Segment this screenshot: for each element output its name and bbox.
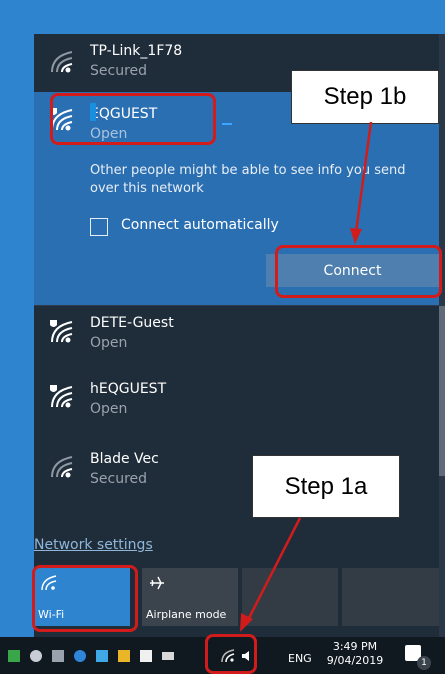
- connect-automatically-label: Connect automatically: [121, 217, 279, 233]
- tray-app-icon[interactable]: [96, 650, 108, 662]
- wifi-shield-icon: [50, 320, 73, 343]
- wifi-icon: [51, 51, 73, 73]
- bluetooth-icon[interactable]: [74, 650, 86, 662]
- taskbar-clock[interactable]: 3:49 PM 9/04/2019: [325, 640, 385, 668]
- highlight-network-tray: [205, 634, 257, 674]
- notification-count-badge: 1: [417, 656, 431, 670]
- tray-app-icon[interactable]: [118, 650, 130, 662]
- open-network-warning: Other people might be able to see info y…: [90, 163, 406, 196]
- network-status: Secured: [90, 471, 148, 487]
- wifi-icon: [51, 456, 73, 478]
- underline-mark: [222, 123, 232, 125]
- language-indicator[interactable]: ENG: [288, 652, 312, 665]
- network-status: Open: [90, 335, 128, 351]
- wifi-shield-icon: [50, 385, 73, 408]
- highlight-wifi-tile: [32, 565, 138, 632]
- highlight-eqguest: [50, 93, 216, 145]
- network-name: TP-Link_1F78: [90, 43, 183, 59]
- battery-icon[interactable]: [162, 652, 174, 660]
- network-status: Secured: [90, 63, 148, 79]
- scrollbar-thumb[interactable]: [439, 306, 445, 476]
- network-item-dete-guest[interactable]: DETE-Guest Open: [34, 305, 439, 367]
- tray-app-icon[interactable]: [52, 650, 64, 662]
- clock-date: 9/04/2019: [326, 654, 384, 667]
- tray-app-icon[interactable]: [140, 650, 152, 662]
- network-name: DETE-Guest: [90, 315, 174, 331]
- connect-automatically-checkbox[interactable]: [90, 218, 108, 236]
- divider: [34, 305, 439, 306]
- step-1a-callout: Step 1a: [252, 455, 400, 518]
- blurred-tile: [342, 568, 439, 626]
- airplane-tile-label: Airplane mode: [146, 608, 227, 621]
- network-name: hEQGUEST: [90, 381, 167, 397]
- airplane-mode-tile[interactable]: Airplane mode: [142, 568, 238, 626]
- tray-app-icon[interactable]: [8, 650, 20, 662]
- cloud-icon[interactable]: [30, 650, 42, 662]
- network-item-heqguest[interactable]: hEQGUEST Open: [34, 371, 439, 435]
- clock-time: 3:49 PM: [332, 640, 378, 653]
- network-status: Open: [90, 401, 128, 417]
- airplane-icon: [150, 576, 164, 590]
- highlight-connect-button: [275, 245, 442, 298]
- network-name: Blade Vec: [90, 451, 159, 467]
- blurred-tile: [242, 568, 338, 626]
- network-settings-link[interactable]: Network settings: [34, 537, 153, 553]
- step-1b-callout: Step 1b: [291, 70, 439, 124]
